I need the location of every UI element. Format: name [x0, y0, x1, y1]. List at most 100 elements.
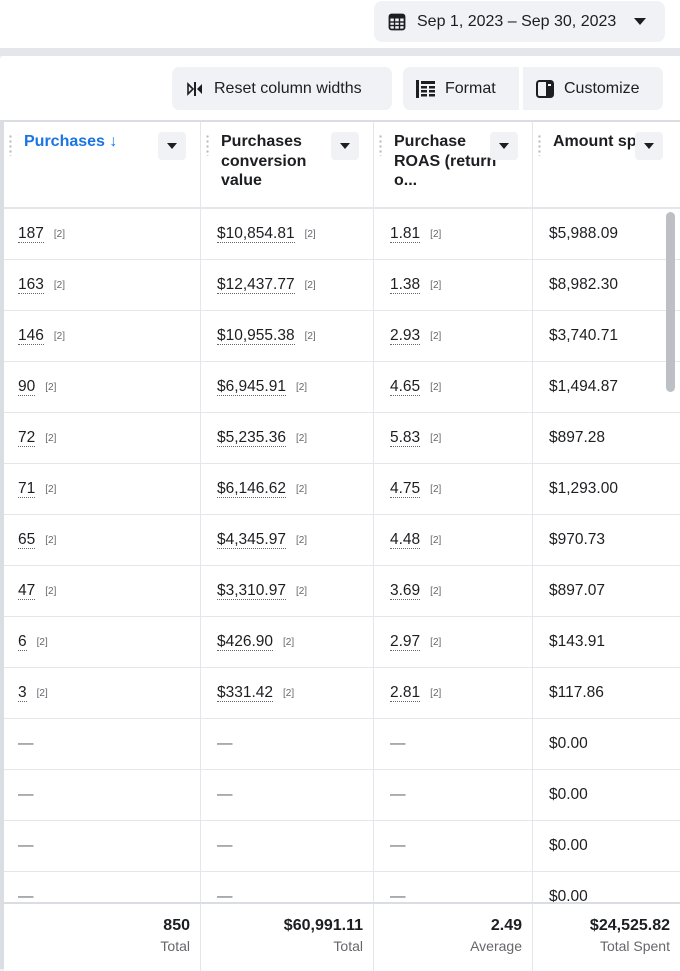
cell-value: — — [217, 837, 233, 854]
table-header: Purchases ↓ Purchases conversion value P… — [4, 122, 680, 209]
footnote-marker[interactable]: [2] — [37, 637, 48, 648]
summary-label: Total — [333, 938, 363, 954]
cell-value[interactable]: $3,310.97 — [217, 582, 286, 600]
column-header-purchases[interactable]: Purchases ↓ — [4, 122, 201, 207]
cell-value[interactable]: 3 — [18, 684, 27, 702]
footnote-marker[interactable]: [2] — [430, 382, 441, 393]
footnote-marker[interactable]: [2] — [305, 229, 316, 240]
cell-value[interactable]: $10,955.38 — [217, 327, 295, 345]
footnote-marker[interactable]: [2] — [296, 484, 307, 495]
column-header-amount-spent[interactable]: Amount spent — [533, 122, 680, 207]
footnote-marker[interactable]: [2] — [430, 586, 441, 597]
footnote-marker[interactable]: [2] — [54, 229, 65, 240]
summary-cell: 850 Total — [4, 904, 201, 971]
cell-value[interactable]: $5,235.36 — [217, 429, 286, 447]
results-table: Purchases ↓ Purchases conversion value P… — [0, 120, 680, 971]
vertical-scrollbar[interactable] — [666, 212, 675, 392]
columns-panel-icon — [536, 79, 554, 98]
cell-value[interactable]: 5.83 — [390, 429, 421, 447]
footnote-marker[interactable]: [2] — [45, 382, 56, 393]
reset-column-widths-button[interactable]: Reset column widths — [172, 67, 392, 110]
footnote-marker[interactable]: [2] — [430, 688, 441, 699]
customize-label: Customize — [564, 79, 640, 97]
purchases-cell: 6 [2] — [4, 617, 201, 667]
summary-value: 850 — [163, 917, 190, 934]
footnote-marker[interactable]: [2] — [37, 688, 48, 699]
footnote-marker[interactable]: [2] — [305, 280, 316, 291]
column-title[interactable]: Purchase ROAS (return o... — [394, 132, 504, 191]
footnote-marker[interactable]: [2] — [430, 484, 441, 495]
cell-value[interactable]: 187 — [18, 225, 44, 243]
footnote-marker[interactable]: [2] — [430, 229, 441, 240]
date-range-picker[interactable]: Sep 1, 2023 – Sep 30, 2023 — [374, 1, 665, 42]
drag-handle-icon[interactable] — [538, 134, 541, 156]
footnote-marker[interactable]: [2] — [430, 535, 441, 546]
cell-value[interactable]: $331.42 — [217, 684, 274, 702]
cell-value[interactable]: 4.65 — [390, 378, 421, 396]
cell-value[interactable]: 1.81 — [390, 225, 421, 243]
cell-value[interactable]: $12,437.77 — [217, 276, 295, 294]
footnote-marker[interactable]: [2] — [54, 331, 65, 342]
cell-value[interactable]: 3.69 — [390, 582, 421, 600]
footnote-marker[interactable]: [2] — [45, 535, 56, 546]
drag-handle-icon[interactable] — [379, 134, 382, 156]
customize-button[interactable]: Customize — [523, 67, 663, 110]
cell-value[interactable]: 6 — [18, 633, 27, 651]
purchases-cell: 65 [2] — [4, 515, 201, 565]
column-title[interactable]: Purchases conversion value — [221, 132, 331, 191]
footnote-marker[interactable]: [2] — [296, 535, 307, 546]
roas-cell: 4.65 [2] — [374, 362, 533, 412]
cell-value[interactable]: 2.97 — [390, 633, 421, 651]
drag-handle-icon[interactable] — [206, 134, 209, 156]
cell-value[interactable]: 47 — [18, 582, 36, 600]
cell-value[interactable]: 71 — [18, 480, 36, 498]
cell-value[interactable]: 146 — [18, 327, 44, 345]
summary-cell: 2.49 Average — [374, 904, 533, 971]
footnote-marker[interactable]: [2] — [54, 280, 65, 291]
cell-value[interactable]: $4,345.97 — [217, 531, 286, 549]
footnote-marker[interactable]: [2] — [45, 484, 56, 495]
footnote-marker[interactable]: [2] — [430, 331, 441, 342]
footnote-marker[interactable]: [2] — [296, 586, 307, 597]
footnote-marker[interactable]: [2] — [296, 433, 307, 444]
cell-value[interactable]: $6,945.91 — [217, 378, 286, 396]
cell-value[interactable]: 163 — [18, 276, 44, 294]
column-header-roas[interactable]: Purchase ROAS (return o... — [374, 122, 533, 207]
cell-value[interactable]: 90 — [18, 378, 36, 396]
column-menu-button[interactable] — [331, 132, 359, 160]
column-title[interactable]: Purchases ↓ — [24, 132, 134, 152]
cell-value: $897.07 — [549, 582, 606, 599]
summary-value: 2.49 — [490, 917, 522, 934]
cell-value: $3,740.71 — [549, 327, 618, 344]
footnote-marker[interactable]: [2] — [430, 433, 441, 444]
cell-value[interactable]: 4.75 — [390, 480, 421, 498]
format-button[interactable]: Format — [403, 67, 519, 110]
column-menu-button[interactable] — [635, 132, 663, 160]
table-row: 187 [2] $10,854.81 [2] 1.81 [2] $5,988.09 — [4, 209, 680, 260]
footnote-marker[interactable]: [2] — [430, 637, 441, 648]
column-menu-button[interactable] — [158, 132, 186, 160]
column-menu-button[interactable] — [490, 132, 518, 160]
cell-value[interactable]: 1.38 — [390, 276, 421, 294]
cell-value[interactable]: 72 — [18, 429, 36, 447]
column-header-conversion-value[interactable]: Purchases conversion value — [201, 122, 374, 207]
cell-value[interactable]: 2.81 — [390, 684, 421, 702]
table-row: 65 [2] $4,345.97 [2] 4.48 [2] $970.73 — [4, 515, 680, 566]
footnote-marker[interactable]: [2] — [45, 433, 56, 444]
amount-spent-cell: $117.86 — [533, 668, 680, 718]
footnote-marker[interactable]: [2] — [305, 331, 316, 342]
footnote-marker[interactable]: [2] — [45, 586, 56, 597]
roas-cell: 2.93 [2] — [374, 311, 533, 361]
cell-value[interactable]: 2.93 — [390, 327, 421, 345]
table-row: 163 [2] $12,437.77 [2] 1.38 [2] $8,982.30 — [4, 260, 680, 311]
footnote-marker[interactable]: [2] — [283, 688, 294, 699]
footnote-marker[interactable]: [2] — [296, 382, 307, 393]
cell-value[interactable]: 4.48 — [390, 531, 421, 549]
cell-value[interactable]: 65 — [18, 531, 36, 549]
footnote-marker[interactable]: [2] — [430, 280, 441, 291]
drag-handle-icon[interactable] — [9, 134, 12, 156]
cell-value[interactable]: $426.90 — [217, 633, 274, 651]
footnote-marker[interactable]: [2] — [283, 637, 294, 648]
cell-value[interactable]: $6,146.62 — [217, 480, 286, 498]
cell-value[interactable]: $10,854.81 — [217, 225, 295, 243]
